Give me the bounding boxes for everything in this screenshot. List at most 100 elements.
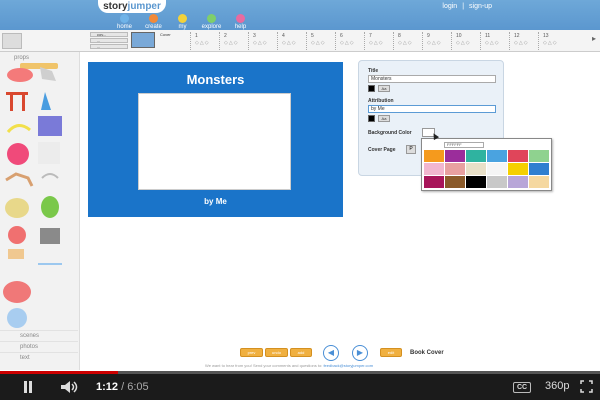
attribution-input[interactable]: by Me	[368, 105, 496, 113]
page-number: 3	[253, 33, 256, 39]
prop-item	[6, 124, 31, 134]
login-link[interactable]: login	[442, 3, 457, 10]
bg-color-label: Background Color	[368, 130, 412, 136]
color-swatch[interactable]	[445, 163, 465, 175]
video-progress-fill	[0, 371, 119, 374]
page-tools-icon[interactable]: ◇△◇	[224, 40, 239, 46]
storyjumper-logo[interactable]: storyjumper	[98, 0, 166, 13]
color-swatch[interactable]	[466, 176, 486, 188]
color-swatch[interactable]	[487, 176, 507, 188]
page-tools-icon[interactable]: ◇△◇	[253, 40, 268, 46]
prop-item	[41, 92, 51, 110]
book-cover-canvas[interactable]: Monsters by Me	[88, 62, 343, 217]
fullscreen-icon[interactable]	[580, 380, 593, 393]
mini-row[interactable]: cov...	[90, 32, 128, 37]
page-tools-icon[interactable]: ◇△◇	[514, 40, 529, 46]
page-slot[interactable]: 5 ◇△◇	[306, 32, 335, 50]
page-slot[interactable]: 1 ◇△◇	[190, 32, 219, 50]
color-swatch[interactable]	[487, 150, 507, 162]
title-input[interactable]: Monsters	[368, 75, 496, 83]
nav-my[interactable]: my	[168, 14, 197, 30]
undo-button[interactable]: undo	[265, 348, 288, 357]
color-swatch[interactable]	[529, 176, 549, 188]
page-slot[interactable]: 6 ◇△◇	[335, 32, 364, 50]
main-nav: home create my explore help	[110, 14, 255, 30]
create-icon	[149, 14, 158, 23]
video-progress-track[interactable]	[0, 371, 600, 374]
color-swatch[interactable]	[508, 176, 528, 188]
strip-scroll-arrow-icon[interactable]: ▸	[592, 34, 596, 43]
props-panel: props scenes photos text	[0, 52, 80, 370]
page-tools-icon[interactable]: ◇△◇	[195, 40, 210, 46]
strip-menu-icon[interactable]	[2, 33, 22, 49]
page-tools-icon[interactable]: ◇△◇	[369, 40, 384, 46]
tab-scenes[interactable]: scenes	[0, 330, 78, 341]
page-slot[interactable]: 2 ◇△◇	[219, 32, 248, 50]
prev-page-button[interactable]: prev	[240, 348, 263, 357]
captions-button[interactable]: CC	[513, 382, 531, 393]
volume-icon[interactable]	[60, 380, 80, 394]
book-title[interactable]: Monsters	[88, 72, 343, 87]
color-swatch[interactable]	[487, 163, 507, 175]
mini-page-list: cov... ... ...	[90, 32, 128, 50]
page-slot[interactable]: 9 ◇△◇	[422, 32, 451, 50]
page-tools-icon[interactable]: ◇△◇	[456, 40, 471, 46]
color-swatch[interactable]	[424, 176, 444, 188]
color-swatch[interactable]	[424, 150, 444, 162]
prop-item	[41, 196, 59, 218]
page-slot[interactable]: 3 ◇△◇	[248, 32, 277, 50]
prop-item	[8, 226, 26, 244]
nav-home[interactable]: home	[110, 14, 139, 30]
feedback-link[interactable]: feedback@storyjumper.com	[323, 363, 373, 368]
page-slot[interactable]: 7 ◇△◇	[364, 32, 393, 50]
signup-link[interactable]: sign-up	[469, 3, 492, 10]
book-attribution[interactable]: by Me	[88, 197, 343, 206]
add-button[interactable]: add	[290, 348, 312, 357]
cover-page-button[interactable]: P	[406, 145, 416, 154]
page-tools-icon[interactable]: ◇△◇	[311, 40, 326, 46]
nav-help[interactable]: help	[226, 14, 255, 30]
title-color-swatch[interactable]	[368, 85, 375, 92]
page-slot[interactable]: 13 ◇△◇	[538, 32, 567, 50]
color-swatch[interactable]	[445, 150, 465, 162]
prop-item	[38, 142, 60, 164]
nav-create[interactable]: create	[139, 14, 168, 30]
hex-input[interactable]: FFFFFF	[444, 142, 484, 148]
attribution-color-swatch[interactable]	[368, 115, 375, 122]
cover-image-placeholder[interactable]	[138, 93, 291, 190]
page-number: 7	[369, 33, 372, 39]
pause-icon[interactable]	[23, 381, 33, 393]
mini-row[interactable]: ...	[90, 38, 128, 43]
color-swatch[interactable]	[529, 150, 549, 162]
color-swatch[interactable]	[424, 163, 444, 175]
color-swatch[interactable]	[445, 176, 465, 188]
quality-selector[interactable]: 360p	[545, 380, 569, 392]
color-swatch[interactable]	[466, 163, 486, 175]
prev-arrow-icon[interactable]: ◀	[323, 345, 339, 361]
color-swatch[interactable]	[508, 150, 528, 162]
prop-item	[40, 228, 60, 244]
page-slot[interactable]: 11 ◇△◇	[480, 32, 509, 50]
edit-button[interactable]: edit	[380, 348, 402, 357]
color-swatch[interactable]	[466, 150, 486, 162]
color-swatch[interactable]	[508, 163, 528, 175]
nav-explore[interactable]: explore	[197, 14, 226, 30]
page-tools-icon[interactable]: ◇△◇	[340, 40, 355, 46]
title-font-button[interactable]: Aa	[378, 85, 390, 92]
page-tools-icon[interactable]: ◇△◇	[427, 40, 442, 46]
page-slot[interactable]: 4 ◇△◇	[277, 32, 306, 50]
page-slot[interactable]: 12 ◇△◇	[509, 32, 538, 50]
page-tools-icon[interactable]: ◇△◇	[282, 40, 297, 46]
page-tools-icon[interactable]: ◇△◇	[543, 40, 558, 46]
next-arrow-icon[interactable]: ▶	[352, 345, 368, 361]
current-time: 1:12	[96, 381, 119, 393]
mini-row[interactable]: ...	[90, 44, 128, 49]
page-slot[interactable]: 10 ◇△◇	[451, 32, 480, 50]
page-slot[interactable]: 8 ◇△◇	[393, 32, 422, 50]
cover-thumbnail[interactable]	[131, 32, 155, 48]
attribution-font-button[interactable]: Aa	[378, 115, 390, 122]
page-number: 9	[427, 33, 430, 39]
page-tools-icon[interactable]: ◇△◇	[398, 40, 413, 46]
color-swatch[interactable]	[529, 163, 549, 175]
page-tools-icon[interactable]: ◇△◇	[485, 40, 500, 46]
